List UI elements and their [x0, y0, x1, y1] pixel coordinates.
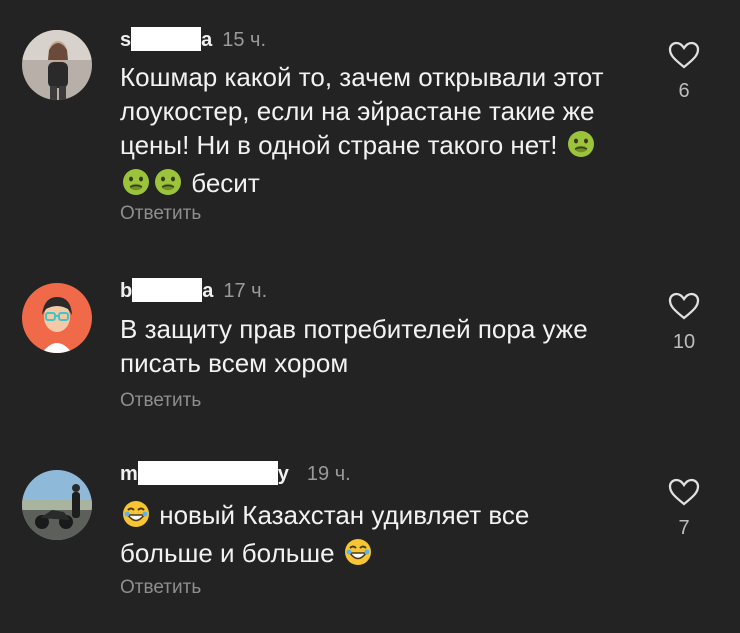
like-button[interactable]: 7 — [664, 477, 704, 540]
comment-meta: b a 17 ч. — [120, 278, 267, 303]
comment-line-text: новый Казахстан удивляет все — [159, 500, 530, 530]
nauseated-face-icon — [122, 168, 150, 204]
reply-button[interactable]: Ответить — [120, 203, 201, 225]
comment-line: бесит — [120, 166, 640, 204]
username-start[interactable]: m — [120, 463, 138, 485]
timestamp: 19 ч. — [306, 463, 351, 485]
username-start[interactable]: s — [120, 29, 131, 51]
heart-icon[interactable] — [668, 291, 700, 321]
like-button[interactable]: 6 — [664, 40, 704, 103]
comment-line-text: бесит — [191, 168, 260, 198]
nauseated-face-icon — [154, 168, 182, 204]
comment-text: Кошмар какой то, зачем открывали этот ло… — [120, 60, 640, 204]
heart-icon[interactable] — [668, 40, 700, 70]
comment-line: лоукостер, если на эйрастане такие же — [120, 96, 595, 126]
username-start[interactable]: b — [120, 280, 132, 302]
avatar[interactable] — [22, 283, 92, 353]
comment-line: цены! Ни в одной стране такого нет! — [120, 128, 640, 166]
redaction-box — [131, 27, 202, 51]
comment-line: писать всем хором — [120, 348, 349, 378]
comment-line: Кошмар какой то, зачем открывали этот — [120, 62, 604, 92]
comment-line: новый Казахстан удивляет все — [120, 498, 640, 536]
comment-text: В защиту прав потребителей пора уже писа… — [120, 312, 640, 380]
reply-button[interactable]: Ответить — [120, 577, 201, 599]
heart-icon[interactable] — [668, 477, 700, 507]
laughing-face-icon — [122, 500, 150, 536]
like-count: 7 — [678, 517, 690, 539]
comment-line-text: цены! Ни в одной стране такого нет! — [120, 130, 558, 160]
avatar[interactable] — [22, 470, 92, 540]
comment-text: новый Казахстан удивляет все больше и бо… — [120, 498, 640, 574]
redaction-box — [132, 278, 203, 302]
comment-line: В защиту прав потребителей пора уже — [120, 314, 588, 344]
nauseated-face-icon — [567, 130, 595, 166]
redaction-box — [137, 461, 278, 485]
like-button[interactable]: 10 — [664, 291, 704, 354]
comment-meta: s a 15 ч. — [120, 27, 266, 52]
comment-line-text: больше и больше — [120, 538, 335, 568]
username-end[interactable]: y — [278, 463, 289, 485]
comment-meta: m y 19 ч. — [120, 461, 351, 486]
timestamp: 15 ч. — [222, 29, 267, 51]
like-count: 10 — [672, 331, 696, 353]
timestamp: 17 ч. — [223, 280, 268, 302]
username-end[interactable]: a — [202, 280, 213, 302]
like-count: 6 — [678, 80, 690, 102]
comment-line: больше и больше — [120, 536, 640, 574]
username-end[interactable]: a — [201, 29, 212, 51]
reply-button[interactable]: Ответить — [120, 390, 201, 412]
laughing-face-icon — [344, 538, 372, 574]
avatar[interactable] — [22, 30, 92, 100]
